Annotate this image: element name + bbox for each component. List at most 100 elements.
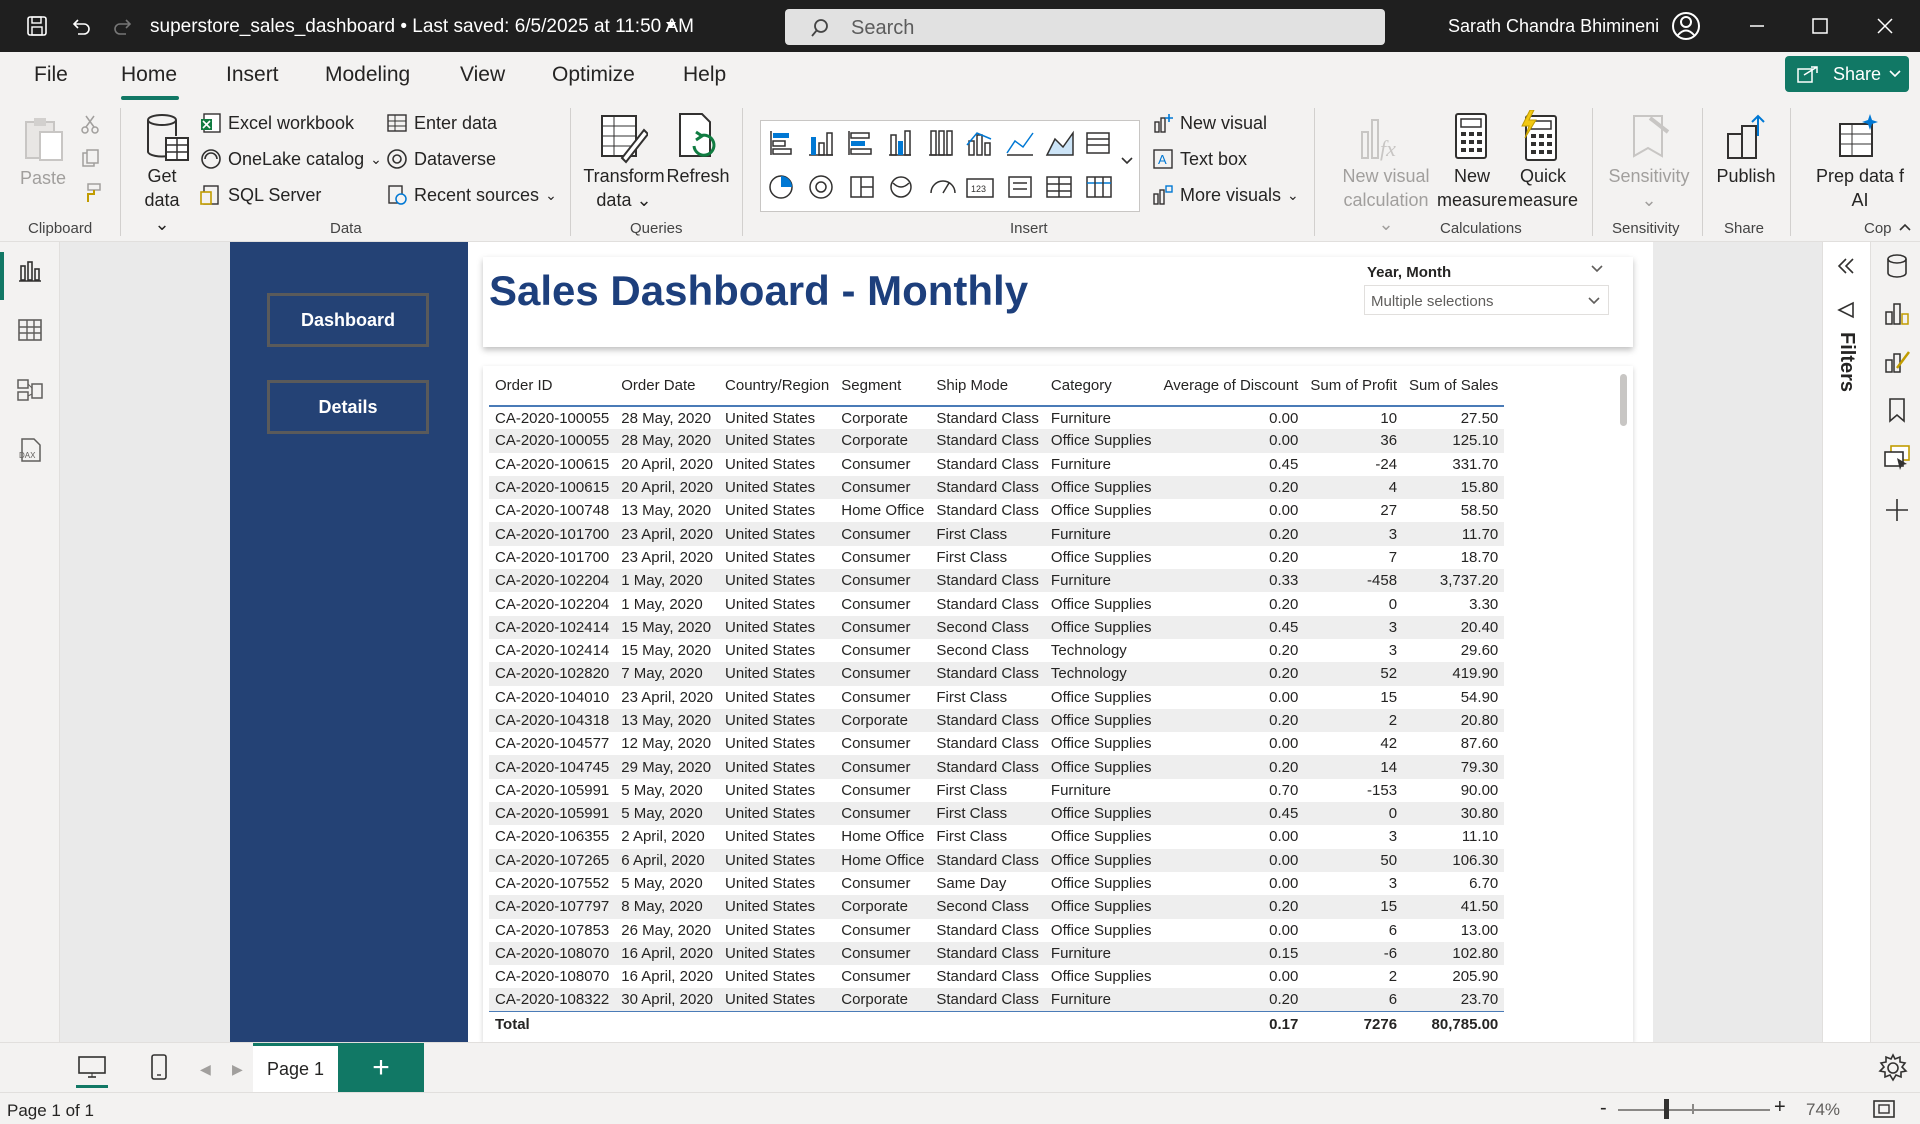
minimize-icon[interactable]: [1745, 14, 1769, 38]
table-row[interactable]: CA-2020-107797 8 May, 2020 United States Co…: [489, 895, 1505, 919]
dax-query-view-icon[interactable]: DAX: [16, 436, 44, 464]
model-view-icon[interactable]: [16, 376, 44, 404]
slicer-collapse-icon[interactable]: [1590, 264, 1604, 274]
table-row[interactable]: CA-2020-108322 30 April, 2020 United State…: [489, 988, 1505, 1012]
new-measure-icon[interactable]: [1454, 112, 1490, 164]
details-table-visual[interactable]: Order ID Order Date Country/Region Segment S…: [483, 366, 1633, 1042]
column-header[interactable]: Country/Region: [719, 366, 836, 407]
add-page-button[interactable]: +: [338, 1043, 424, 1093]
sql-server-button[interactable]: SQL Server: [200, 184, 321, 206]
new-visual-button[interactable]: New visual: [1152, 112, 1267, 134]
table-row[interactable]: CA-2020-105991 5 May, 2020 United States Co…: [489, 802, 1505, 826]
column-header[interactable]: Category: [1044, 366, 1158, 407]
data-pane-icon[interactable]: [1883, 252, 1911, 280]
share-button[interactable]: Share: [1785, 56, 1909, 92]
paste-icon[interactable]: [22, 114, 66, 164]
prep-data-ai-icon[interactable]: [1836, 112, 1880, 162]
fit-to-page-icon[interactable]: [1872, 1099, 1896, 1119]
table-row[interactable]: CA-2020-101700 23 April, 2020 United State…: [489, 546, 1504, 569]
cut-icon[interactable]: [80, 114, 100, 134]
paste-button[interactable]: Paste: [18, 166, 68, 190]
build-visual-icon[interactable]: [1883, 300, 1911, 328]
sensitivity-icon[interactable]: [1628, 112, 1672, 162]
copy-icon[interactable]: [80, 148, 100, 168]
year-month-slicer[interactable]: Multiple selections: [1364, 285, 1609, 315]
expand-filters-icon[interactable]: [1835, 256, 1857, 276]
dashboard-nav-button[interactable]: Dashboard: [267, 293, 429, 347]
refresh-button[interactable]: Refresh: [662, 164, 734, 188]
zoom-out-button[interactable]: -: [1600, 1097, 1607, 1120]
add-pane-icon[interactable]: [1883, 496, 1911, 524]
new-visual-calculation-icon[interactable]: fx: [1358, 112, 1404, 164]
table-row[interactable]: CA-2020-102204 1 May, 2020 United States Co…: [489, 569, 1505, 593]
transform-data-button[interactable]: Transform data ⌄: [582, 164, 666, 212]
selection-pane-icon[interactable]: [1883, 444, 1911, 472]
save-icon[interactable]: [24, 13, 50, 39]
mobile-layout-icon[interactable]: [150, 1053, 168, 1081]
prep-data-ai-button[interactable]: Prep data f AI: [1800, 164, 1920, 212]
column-header[interactable]: Average of Discount: [1157, 366, 1305, 407]
table-row[interactable]: CA-2020-100055 28 May, 2020 United States C…: [489, 429, 1505, 453]
tab-home[interactable]: Home: [121, 63, 177, 87]
redo-icon[interactable]: [110, 13, 136, 39]
details-nav-button[interactable]: Details: [267, 380, 429, 434]
column-header[interactable]: Sum of Sales: [1403, 366, 1505, 407]
table-row[interactable]: CA-2020-100748 13 May, 2020 United States H…: [489, 499, 1504, 522]
page-tab-1[interactable]: Page 1: [253, 1043, 338, 1093]
table-row[interactable]: CA-2020-105991 5 May, 2020 United States Co…: [489, 779, 1504, 802]
sensitivity-button[interactable]: Sensitivity ⌄: [1604, 164, 1694, 212]
table-row[interactable]: CA-2020-104745 29 May, 2020 United States C…: [489, 755, 1505, 779]
format-painter-icon[interactable]: [80, 182, 102, 204]
excel-workbook-button[interactable]: Excel workbook: [200, 112, 354, 134]
table-row[interactable]: CA-2020-102414 15 May, 2020 United States C…: [489, 615, 1505, 639]
undo-icon[interactable]: [68, 13, 94, 39]
table-row[interactable]: CA-2020-104318 13 May, 2020 United States C…: [489, 708, 1505, 733]
table-view-icon[interactable]: [16, 316, 44, 344]
publish-icon[interactable]: [1724, 112, 1770, 164]
zoom-slider-thumb[interactable]: [1664, 1099, 1669, 1119]
table-row[interactable]: CA-2020-106355 2 April, 2020 United States…: [489, 825, 1504, 848]
title-dropdown-icon[interactable]: [664, 18, 678, 32]
table-row[interactable]: CA-2020-100615 20 April, 2020 United State…: [489, 453, 1504, 476]
table-row[interactable]: CA-2020-108070 16 April, 2020 United State…: [489, 941, 1505, 966]
format-visual-icon[interactable]: [1883, 348, 1911, 376]
column-header[interactable]: Order ID: [489, 366, 616, 407]
tab-help[interactable]: Help: [683, 63, 726, 87]
table-row[interactable]: CA-2020-101700 23 April, 2020 United State…: [489, 522, 1505, 546]
next-page-icon[interactable]: ▶: [232, 1061, 243, 1078]
maximize-icon[interactable]: [1808, 14, 1832, 38]
onelake-catalog-button[interactable]: OneLake catalog ⌄: [200, 148, 382, 170]
bookmarks-icon[interactable]: [1883, 396, 1911, 424]
table-row[interactable]: CA-2020-107552 5 May, 2020 United States Co…: [489, 872, 1504, 895]
dataverse-button[interactable]: Dataverse: [386, 148, 496, 170]
column-header[interactable]: Ship Mode: [930, 366, 1045, 407]
collapse-ribbon-icon[interactable]: [1898, 222, 1912, 232]
column-header[interactable]: Order Date: [615, 366, 720, 407]
table-row[interactable]: CA-2020-107265 6 April, 2020 United States…: [489, 848, 1505, 872]
column-header[interactable]: Segment: [835, 366, 931, 407]
table-row[interactable]: CA-2020-102820 7 May, 2020 United States Co…: [489, 662, 1505, 686]
table-row[interactable]: CA-2020-104577 12 May, 2020 United States C…: [489, 732, 1504, 755]
filters-pane-collapsed[interactable]: Filters: [1822, 242, 1870, 1042]
tab-file[interactable]: File: [34, 63, 68, 87]
tab-optimize[interactable]: Optimize: [552, 63, 635, 87]
table-row[interactable]: CA-2020-104010 23 April, 2020 United State…: [489, 686, 1504, 709]
new-visual-calculation-button[interactable]: New visual calculation ⌄: [1336, 164, 1436, 236]
table-row[interactable]: CA-2020-100055 28 May, 2020 United States C…: [489, 406, 1504, 429]
quick-measure-icon[interactable]: [1520, 110, 1560, 164]
zoom-slider[interactable]: [1618, 1109, 1770, 1111]
transform-data-icon[interactable]: [600, 112, 648, 164]
text-box-button[interactable]: A Text box: [1152, 148, 1247, 170]
publish-button[interactable]: Publish: [1710, 164, 1782, 188]
close-icon[interactable]: [1873, 14, 1897, 38]
get-data-icon[interactable]: [144, 112, 190, 164]
quick-measure-button[interactable]: Quick measure: [1505, 164, 1581, 212]
enter-data-button[interactable]: Enter data: [386, 112, 497, 134]
table-scrollbar[interactable]: [1620, 374, 1627, 426]
table-row[interactable]: CA-2020-102414 15 May, 2020 United States C…: [489, 639, 1504, 662]
column-header[interactable]: Sum of Profit: [1304, 366, 1404, 407]
avatar[interactable]: [1671, 11, 1701, 41]
table-row[interactable]: CA-2020-100615 20 April, 2020 United State…: [489, 475, 1505, 500]
more-visuals-button[interactable]: More visuals ⌄: [1152, 184, 1299, 206]
search-input[interactable]: Search: [785, 9, 1385, 45]
